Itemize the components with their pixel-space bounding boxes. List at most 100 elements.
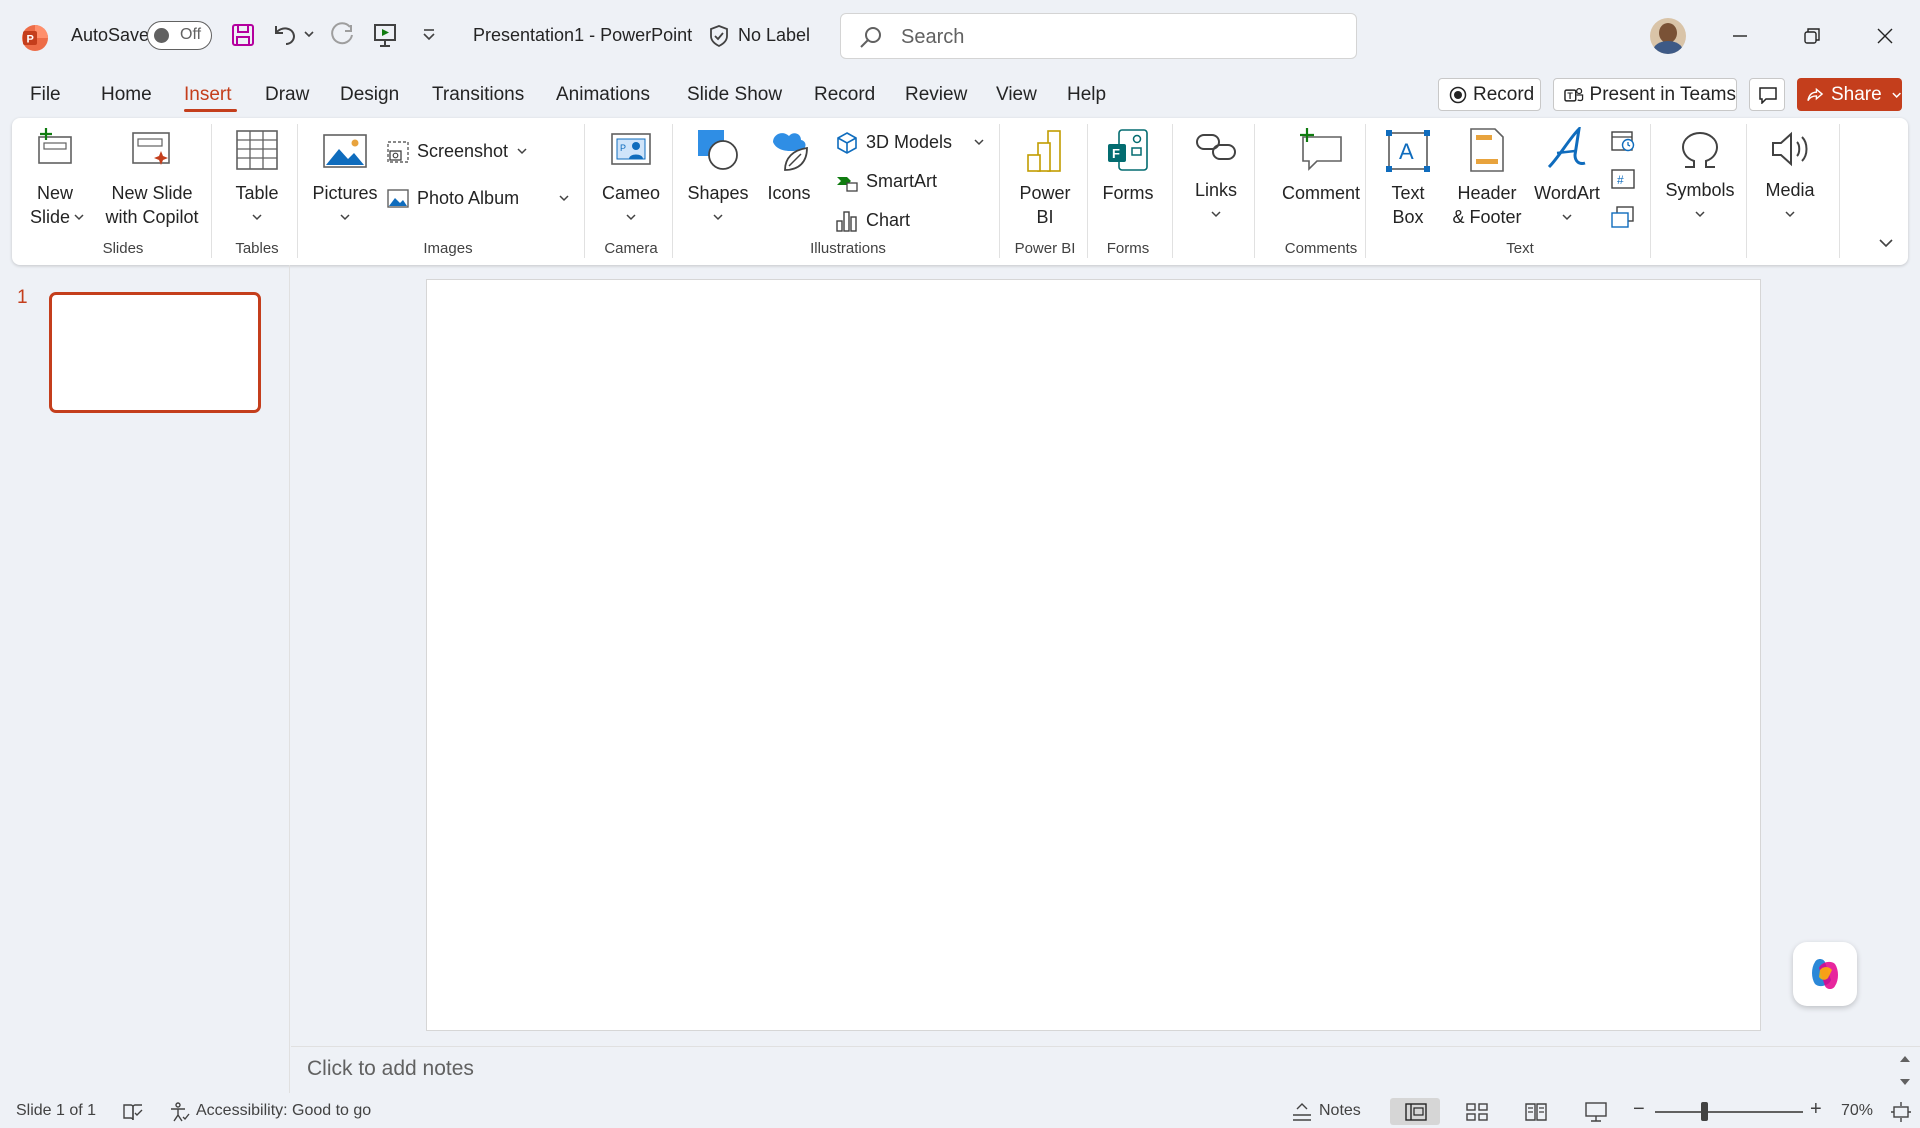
spelling-check-icon[interactable]: [122, 1102, 144, 1122]
power-bi-label-2: BI: [1036, 207, 1054, 227]
tab-home[interactable]: Home: [101, 84, 152, 106]
fit-to-window-icon[interactable]: [1890, 1101, 1912, 1123]
comment-button[interactable]: Comment: [1266, 123, 1376, 238]
svg-text:A: A: [1399, 139, 1414, 164]
share-button[interactable]: Share: [1797, 78, 1902, 111]
header-footer-button[interactable]: Header & Footer: [1445, 123, 1529, 238]
link-icon: [1196, 134, 1236, 160]
symbols-button[interactable]: Symbols: [1658, 123, 1742, 238]
scroll-down-icon[interactable]: [1898, 1077, 1912, 1087]
zoom-slider-thumb[interactable]: [1701, 1102, 1708, 1121]
new-slide-with-copilot-button[interactable]: New Slide with Copilot: [98, 123, 206, 238]
new-slide-button[interactable]: New Slide: [25, 123, 85, 238]
new-slide-label-1: New: [36, 183, 73, 203]
links-button[interactable]: Links: [1182, 123, 1250, 238]
save-icon[interactable]: [230, 22, 256, 48]
cameo-icon: P: [611, 133, 651, 165]
power-bi-button[interactable]: Power BI: [1010, 123, 1080, 238]
icons-icon: [773, 133, 808, 171]
forms-button[interactable]: F Forms: [1095, 123, 1161, 238]
present-from-beginning-icon[interactable]: [372, 21, 400, 49]
date-time-icon[interactable]: [1609, 128, 1637, 154]
avatar[interactable]: [1650, 18, 1686, 54]
sensitivity-label[interactable]: No Label: [738, 25, 810, 46]
copilot-button[interactable]: [1793, 942, 1857, 1006]
power-bi-icon: [1027, 130, 1061, 172]
photo-album-button[interactable]: Photo Album: [386, 184, 576, 214]
wordart-button[interactable]: WordArt: [1529, 123, 1605, 238]
media-button[interactable]: Media: [1754, 123, 1826, 238]
undo-dropdown-chevron-icon[interactable]: [303, 29, 315, 39]
screenshot-label: Screenshot: [417, 141, 509, 161]
chevron-down-icon: [340, 214, 350, 221]
tab-record[interactable]: Record: [814, 84, 875, 106]
chart-button[interactable]: Chart: [823, 206, 933, 236]
close-icon[interactable]: [1865, 16, 1905, 56]
wordart-label: WordArt: [1534, 183, 1600, 203]
normal-view-icon[interactable]: [1404, 1101, 1428, 1123]
zoom-out-button[interactable]: −: [1633, 1098, 1645, 1121]
shield-icon[interactable]: [708, 24, 730, 48]
shapes-button[interactable]: Shapes: [683, 123, 753, 238]
zoom-level[interactable]: 70%: [1841, 1102, 1873, 1120]
tab-design[interactable]: Design: [340, 84, 399, 106]
minimize-icon[interactable]: [1720, 16, 1760, 56]
zoom-slider-track[interactable]: [1655, 1111, 1803, 1113]
text-box-button[interactable]: A Text Box: [1375, 123, 1441, 238]
notes-pane[interactable]: [291, 1046, 1920, 1092]
accessibility-status[interactable]: Accessibility: Good to go: [196, 1102, 371, 1120]
slide-number-icon[interactable]: #: [1609, 166, 1637, 192]
object-icon[interactable]: [1609, 204, 1637, 230]
slide-sorter-icon[interactable]: [1465, 1101, 1489, 1123]
reading-view-icon[interactable]: [1524, 1101, 1548, 1123]
media-label: Media: [1765, 180, 1815, 200]
tab-insert[interactable]: Insert: [184, 84, 232, 106]
icons-button[interactable]: Icons: [758, 123, 820, 238]
power-bi-label-1: Power: [1019, 183, 1071, 203]
customize-toolbar-icon[interactable]: [421, 27, 437, 43]
zoom-in-button[interactable]: +: [1810, 1098, 1822, 1121]
search-box[interactable]: Search: [840, 13, 1357, 59]
restore-icon[interactable]: [1792, 16, 1832, 56]
collapse-ribbon-icon[interactable]: [1878, 236, 1894, 250]
tab-file[interactable]: File: [30, 84, 61, 106]
tab-help[interactable]: Help: [1067, 84, 1106, 106]
slide-thumbnail[interactable]: [49, 292, 261, 413]
notes-icon[interactable]: [1291, 1101, 1313, 1123]
table-icon: [236, 130, 278, 170]
scroll-up-icon[interactable]: [1898, 1054, 1912, 1064]
title-bar: P AutoSave Off Presentation1 - PowerPoin…: [0, 0, 1920, 72]
smartart-label: SmartArt: [866, 171, 938, 191]
tab-review[interactable]: Review: [905, 84, 967, 106]
3d-models-button[interactable]: 3D Models: [823, 128, 993, 158]
ribbon-separator: [1839, 124, 1840, 258]
undo-icon[interactable]: [271, 22, 299, 48]
search-placeholder: Search: [901, 26, 965, 48]
icons-label: Icons: [767, 183, 811, 203]
smartart-icon: [837, 177, 858, 192]
slide-canvas[interactable]: [426, 279, 1761, 1031]
tab-slide-show[interactable]: Slide Show: [687, 84, 782, 106]
notes-toggle-label[interactable]: Notes: [1319, 1102, 1361, 1120]
screenshot-button[interactable]: Screenshot: [386, 136, 527, 166]
accessibility-icon[interactable]: [169, 1101, 191, 1123]
autosave-toggle[interactable]: Off: [147, 21, 212, 50]
present-in-teams-button[interactable]: T Present in Teams: [1553, 78, 1737, 111]
redo-icon[interactable]: [329, 22, 357, 48]
tab-animations[interactable]: Animations: [556, 84, 650, 106]
text-box-label-2: Box: [1392, 207, 1424, 227]
tab-transitions[interactable]: Transitions: [432, 84, 524, 106]
tab-draw[interactable]: Draw: [265, 84, 309, 106]
smartart-button[interactable]: SmartArt: [823, 167, 953, 197]
slide-show-icon[interactable]: [1584, 1100, 1608, 1124]
cameo-button[interactable]: P Cameo: [595, 123, 667, 238]
notes-placeholder[interactable]: Click to add notes: [307, 1057, 474, 1081]
pictures-button[interactable]: Pictures: [310, 123, 380, 238]
copilot-icon: [1812, 959, 1838, 989]
ribbon-separator: [584, 124, 585, 258]
wordart-icon: [1547, 127, 1586, 169]
table-button[interactable]: Table: [229, 123, 285, 238]
comments-button[interactable]: [1749, 78, 1785, 111]
tab-view[interactable]: View: [996, 84, 1037, 106]
record-button[interactable]: Record: [1438, 78, 1541, 111]
